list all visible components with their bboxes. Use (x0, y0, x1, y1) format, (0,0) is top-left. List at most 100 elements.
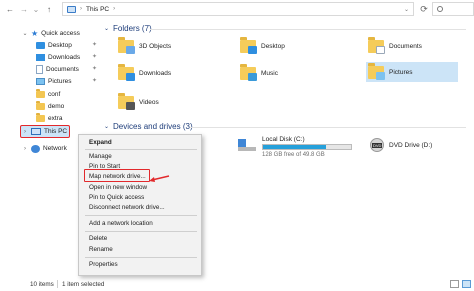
sidebar-item-label: conf (48, 91, 61, 98)
divider (190, 127, 466, 128)
folder-label: Documents (389, 43, 422, 50)
menu-item-rename[interactable]: Rename (89, 246, 113, 253)
sidebar-item-label: Quick access (41, 30, 80, 37)
chevron-right-icon[interactable]: › (22, 146, 28, 152)
menu-item-expand[interactable]: Expand (89, 139, 112, 146)
pictures-folder-icon (36, 78, 45, 85)
sidebar-item-extra[interactable]: extra (36, 113, 62, 124)
address-bar: ← → ⌄ ↑ › This PC › ⌄ ⟳ (0, 0, 474, 19)
drive-usage-bar (262, 144, 352, 150)
menu-separator (85, 215, 197, 216)
sidebar-item-demo[interactable]: demo (36, 101, 64, 112)
sidebar-item-label: Documents (46, 66, 79, 73)
network-icon (31, 144, 40, 153)
hard-drive-icon (238, 139, 256, 151)
chevron-down-icon[interactable]: ⌄ (404, 6, 409, 13)
sidebar-item-label: extra (48, 115, 63, 122)
sidebar-item-label: Network (43, 145, 67, 152)
pictures-folder-icon (368, 62, 385, 80)
up-arrow-icon: ↑ (47, 4, 51, 14)
refresh-button[interactable]: ⟳ (418, 3, 430, 15)
sidebar-item-label: Pictures (48, 78, 72, 85)
context-menu: Expand Manage Pin to Start Map network d… (78, 134, 202, 276)
selection-count: 1 item selected (62, 280, 105, 288)
menu-item-properties[interactable]: Properties (89, 261, 118, 268)
sidebar-item-network[interactable]: › Network (22, 143, 67, 154)
folder-tile-desktop[interactable]: Desktop (240, 37, 285, 54)
sidebar-item-quick-access[interactable]: ⌄ ★ Quick access (22, 28, 80, 39)
sidebar-item-this-pc[interactable]: › This PC (22, 126, 67, 137)
sidebar-item-label: This PC (44, 128, 68, 135)
desktop-folder-icon (240, 37, 257, 54)
folder-tile-downloads[interactable]: Downloads (118, 64, 171, 81)
recent-locations-button[interactable]: ⌄ (30, 2, 42, 16)
folder-icon (36, 101, 45, 110)
sidebar-item-documents[interactable]: Documents (36, 64, 79, 75)
folder-icon (36, 89, 45, 98)
chevron-down-icon: ⌄ (32, 4, 40, 14)
up-button[interactable]: ↑ (43, 2, 55, 16)
computer-icon (67, 5, 76, 13)
menu-item-add-network-location[interactable]: Add a network location (89, 220, 153, 227)
pin-icon: ✦ (92, 54, 98, 60)
sidebar-item-desktop[interactable]: Desktop (36, 40, 72, 51)
back-arrow-icon: ← (6, 4, 14, 14)
folder-label: 3D Objects (139, 43, 172, 50)
breadcrumb-chevron-icon: › (113, 6, 116, 12)
folder-tile-music[interactable]: Music (240, 64, 278, 81)
drive-tile-dvd-d[interactable]: DVD DVD Drive (D:) (370, 138, 432, 152)
menu-item-disconnect-network-drive[interactable]: Disconnect network drive... (89, 204, 165, 211)
back-button[interactable]: ← (4, 2, 16, 16)
folders-group-title: Folders (7) (113, 24, 152, 33)
sidebar-item-pictures[interactable]: Pictures (36, 76, 71, 87)
pin-icon: ✦ (92, 66, 98, 72)
forward-button[interactable]: → (18, 2, 30, 16)
search-icon (437, 6, 443, 12)
3d-objects-folder-icon (118, 37, 135, 54)
videos-folder-icon (118, 93, 135, 110)
folder-icon (36, 113, 45, 122)
sidebar-item-label: Downloads (48, 54, 81, 61)
divider (150, 29, 466, 30)
chevron-down-icon[interactable]: ⌄ (22, 30, 28, 37)
downloads-folder-icon (36, 54, 45, 61)
drives-group-header[interactable]: ⌄ Devices and drives (3) (104, 122, 193, 131)
chevron-down-icon: ⌄ (104, 26, 110, 32)
breadcrumb-chevron-icon: › (80, 6, 82, 12)
sidebar-item-label: Desktop (48, 42, 72, 49)
pin-icon: ✦ (92, 78, 98, 84)
folder-tile-videos[interactable]: Videos (118, 93, 159, 110)
drive-tile-local-disk-c[interactable] (238, 139, 256, 151)
menu-item-delete[interactable]: Delete (89, 235, 107, 242)
folder-tile-documents[interactable]: Documents (368, 37, 422, 54)
map-network-drive-highlight-box (84, 169, 150, 182)
forward-arrow-icon: → (20, 4, 28, 14)
chevron-right-icon[interactable]: › (22, 129, 28, 135)
menu-item-manage[interactable]: Manage (89, 153, 112, 160)
music-folder-icon (240, 64, 257, 81)
folder-tile-pictures[interactable]: Pictures (366, 62, 458, 82)
pin-icon: ✦ (92, 42, 98, 48)
menu-item-open-in-new-window[interactable]: Open in new window (89, 184, 147, 191)
menu-item-pin-to-quick-access[interactable]: Pin to Quick access (89, 194, 144, 201)
folder-tile-3d-objects[interactable]: 3D Objects (118, 37, 172, 54)
documents-folder-icon (368, 37, 385, 54)
documents-folder-icon (36, 65, 43, 74)
folder-label: Pictures (389, 68, 413, 76)
search-input[interactable] (432, 2, 474, 16)
folders-group-header[interactable]: ⌄ Folders (7) (104, 24, 152, 33)
folder-label: Music (261, 70, 278, 77)
drives-group-title: Devices and drives (3) (113, 122, 193, 131)
address-input[interactable]: › This PC › ⌄ (62, 2, 414, 16)
item-count: 10 items (30, 280, 54, 288)
menu-separator (85, 257, 197, 258)
sidebar-item-conf[interactable]: conf (36, 89, 60, 100)
folder-label: Desktop (261, 43, 285, 50)
sidebar-item-downloads[interactable]: Downloads (36, 52, 80, 63)
large-icons-view-icon[interactable] (462, 280, 471, 288)
breadcrumb-this-pc[interactable]: This PC (86, 6, 109, 13)
menu-separator (85, 149, 197, 150)
details-view-icon[interactable] (450, 280, 459, 288)
drive-label: DVD Drive (D:) (389, 141, 433, 149)
status-bar: 10 items 1 item selected (0, 277, 474, 291)
